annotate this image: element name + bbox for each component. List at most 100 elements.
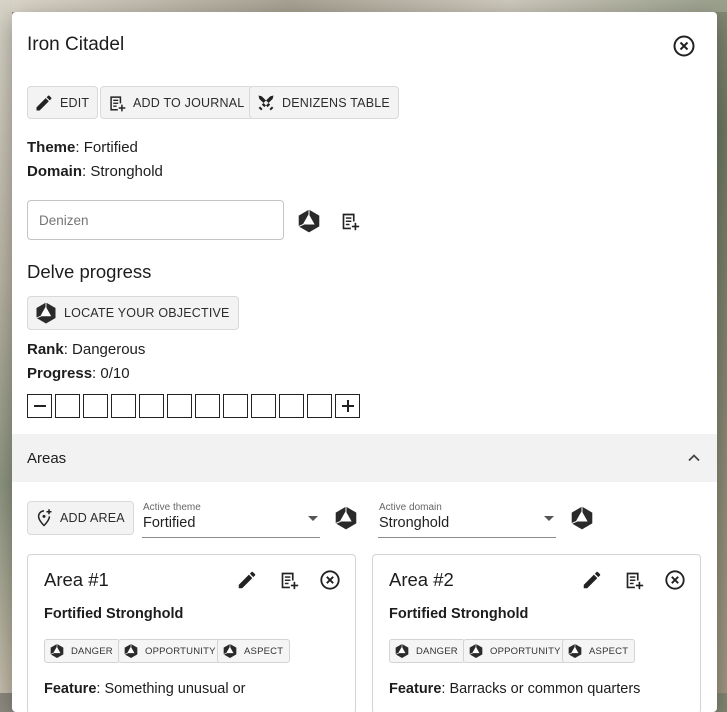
d20-dice-icon xyxy=(34,301,58,325)
denizen-input[interactable] xyxy=(27,200,284,240)
area-feature: Feature: Something unusual or xyxy=(44,681,246,697)
progress-track xyxy=(27,394,363,418)
d20-dice-icon xyxy=(49,643,65,659)
edit-button[interactable]: EDIT xyxy=(27,86,99,119)
denizen-roll-button[interactable] xyxy=(295,207,322,234)
add-area-label: ADD AREA xyxy=(60,511,125,525)
active-domain-value: Stronghold xyxy=(379,515,450,531)
denizens-table-button[interactable]: DENIZENS TABLE xyxy=(249,86,399,119)
active-theme-select[interactable]: Active theme Fortified xyxy=(142,502,320,538)
feature-label: Feature xyxy=(389,681,442,697)
pencil-icon xyxy=(581,569,603,591)
site-dialog: Iron Citadel EDIT ADD TO JOURNAL DENIZEN… xyxy=(12,12,717,712)
rank-value: : Dangerous xyxy=(63,341,146,358)
area-subtitle: Fortified Stronghold xyxy=(44,606,184,622)
journal-add-icon xyxy=(623,569,645,591)
areas-heading: Areas xyxy=(27,449,67,467)
journal-add-icon xyxy=(339,210,361,232)
active-theme-value: Fortified xyxy=(143,515,196,531)
d20-dice-icon xyxy=(123,643,139,659)
progress-box xyxy=(195,394,220,418)
progress-box xyxy=(279,394,304,418)
chip-label: OPPORTUNITY xyxy=(490,645,561,657)
area-edit-button[interactable] xyxy=(236,569,258,591)
opportunity-chip[interactable]: OPPORTUNITY xyxy=(118,639,223,663)
progress-box xyxy=(251,394,276,418)
chip-label: ASPECT xyxy=(244,645,284,657)
progress-box xyxy=(139,394,164,418)
area-delete-button[interactable] xyxy=(319,569,341,591)
opportunity-chip[interactable]: OPPORTUNITY xyxy=(463,639,568,663)
minus-icon xyxy=(33,405,46,407)
edit-button-label: EDIT xyxy=(60,95,90,110)
area-title: Area #1 xyxy=(44,569,109,590)
area-title: Area #2 xyxy=(389,569,454,590)
area-feature: Feature: Barracks or common quarters xyxy=(389,681,640,697)
area-edit-button[interactable] xyxy=(581,569,603,591)
denizen-journal-button[interactable] xyxy=(338,209,362,233)
progress-label: Progress xyxy=(27,365,93,382)
chip-label: ASPECT xyxy=(589,645,629,657)
d20-dice-icon xyxy=(567,643,583,659)
pencil-icon xyxy=(34,93,54,113)
rank-label: Rank xyxy=(27,341,64,358)
journal-add-icon xyxy=(107,93,127,113)
active-theme-label: Active theme xyxy=(143,502,201,513)
d20-dice-icon xyxy=(569,505,595,531)
theme-value: : Fortified xyxy=(75,139,138,156)
add-to-journal-button[interactable]: ADD TO JOURNAL xyxy=(100,86,254,119)
progress-box xyxy=(83,394,108,418)
progress-decrement-button[interactable] xyxy=(27,394,52,418)
progress-increment-button[interactable] xyxy=(335,394,360,418)
add-to-journal-label: ADD TO JOURNAL xyxy=(133,95,245,110)
feature-value: : Barracks or common quarters xyxy=(441,681,641,697)
locate-objective-label: LOCATE YOUR OBJECTIVE xyxy=(64,306,230,320)
active-domain-select[interactable]: Active domain Stronghold xyxy=(378,502,556,538)
add-area-button[interactable]: ADD AREA xyxy=(27,501,134,535)
map-pin-add-icon xyxy=(37,509,52,527)
danger-chip[interactable]: DANGER xyxy=(389,639,465,663)
chip-label: OPPORTUNITY xyxy=(145,645,216,657)
progress-box xyxy=(55,394,80,418)
chip-label: DANGER xyxy=(71,645,113,657)
active-domain-label: Active domain xyxy=(379,502,442,513)
progress-box xyxy=(307,394,332,418)
progress-line: Progress: 0/10 xyxy=(27,365,130,382)
d20-dice-icon xyxy=(468,643,484,659)
denizens-table-label: DENIZENS TABLE xyxy=(282,95,390,110)
close-circle-icon xyxy=(664,569,686,591)
aspect-chip[interactable]: ASPECT xyxy=(562,639,636,663)
chevron-up-icon xyxy=(688,454,700,462)
area-card: Area #1 Fortified Stronghold DANGER OPPO… xyxy=(27,554,356,712)
feature-label: Feature xyxy=(44,681,97,697)
progress-box xyxy=(223,394,248,418)
theme-label: Theme xyxy=(27,139,76,156)
d20-dice-icon xyxy=(222,643,238,659)
d20-dice-icon xyxy=(296,208,322,234)
progress-box xyxy=(111,394,136,418)
area-journal-button[interactable] xyxy=(278,569,300,591)
feature-value: : Something unusual or xyxy=(96,681,246,697)
progress-value: : 0/10 xyxy=(92,365,130,382)
close-button[interactable] xyxy=(671,33,697,59)
aspect-chip[interactable]: ASPECT xyxy=(217,639,291,663)
area-delete-button[interactable] xyxy=(664,569,686,591)
domain-line: Domain: Stronghold xyxy=(27,163,163,180)
d20-dice-icon xyxy=(333,505,359,531)
journal-add-icon xyxy=(278,569,300,591)
close-circle-icon xyxy=(319,569,341,591)
area-journal-button[interactable] xyxy=(623,569,645,591)
chip-label: DANGER xyxy=(416,645,458,657)
rank-line: Rank: Dangerous xyxy=(27,341,145,358)
area-card: Area #2 Fortified Stronghold DANGER OPPO… xyxy=(372,554,701,712)
areas-accordion-header[interactable]: Areas xyxy=(12,434,717,482)
locate-objective-button[interactable]: LOCATE YOUR OBJECTIVE xyxy=(27,296,239,330)
plus-icon xyxy=(341,400,354,412)
caret-down-icon xyxy=(308,516,318,521)
domain-roll-button[interactable] xyxy=(568,504,595,531)
dialog-title: Iron Citadel xyxy=(27,34,125,55)
danger-chip[interactable]: DANGER xyxy=(44,639,120,663)
close-circle-icon xyxy=(672,34,696,58)
progress-box xyxy=(167,394,192,418)
theme-roll-button[interactable] xyxy=(332,504,359,531)
